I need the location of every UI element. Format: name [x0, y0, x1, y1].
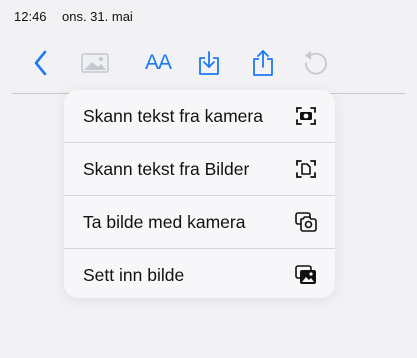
menu-item-label: Ta bilde med kamera	[83, 212, 246, 232]
toolbar: AA	[0, 34, 417, 94]
menu-item-label: Skann tekst fra Bilder	[83, 159, 250, 179]
menu-item-insert-photo[interactable]: Sett inn bilde	[64, 249, 335, 301]
menu-item-label: Sett inn bilde	[83, 265, 185, 285]
status-time: 12:46	[14, 9, 47, 24]
share-icon[interactable]	[250, 48, 276, 78]
menu-item-scan-text-photos[interactable]: Skann tekst fra Bilder	[64, 143, 335, 195]
menu-item-take-photo[interactable]: Ta bilde med kamera	[64, 196, 335, 248]
back-chevron-icon[interactable]	[30, 48, 52, 78]
menu-item-label: Skann tekst fra kamera	[83, 106, 263, 126]
image-icon[interactable]	[80, 48, 110, 78]
camera-scan-icon	[295, 106, 317, 126]
text-size-label: AA	[144, 51, 172, 74]
status-bar: 12:46 ons. 31. mai	[0, 0, 417, 34]
undo-icon[interactable]	[300, 48, 330, 78]
text-size-icon[interactable]: AA	[140, 48, 176, 78]
menu-item-scan-text-camera[interactable]: Skann tekst fra kamera	[64, 90, 335, 142]
insert-menu: Skann tekst fra kamera Skann tekst fra B…	[64, 90, 335, 298]
photo-icon	[295, 265, 317, 285]
download-tray-icon[interactable]	[196, 48, 222, 78]
status-date: ons. 31. mai	[62, 9, 133, 24]
document-scan-icon	[295, 159, 317, 179]
camera-icon	[295, 212, 317, 232]
